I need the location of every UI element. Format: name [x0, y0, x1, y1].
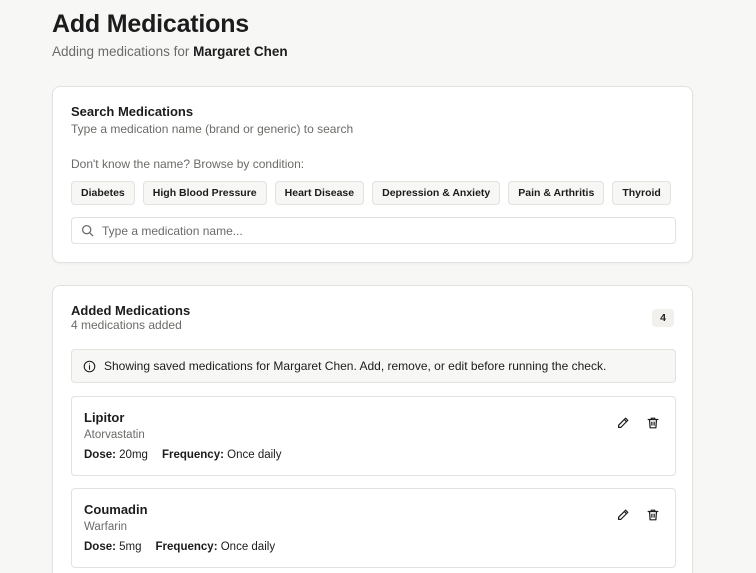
frequency-label: Frequency:: [161, 449, 224, 461]
medication-actions: [615, 415, 661, 431]
pencil-icon[interactable]: [615, 507, 631, 523]
browse-label: Don't know the name? Browse by condition…: [71, 157, 305, 171]
condition-chip-depression-anxiety[interactable]: Depression & Anxiety: [372, 181, 501, 205]
medication-actions: [615, 507, 661, 523]
medication-frequency: Frequency: Once daily: [162, 449, 282, 461]
condition-chip-pain-arthritis[interactable]: Pain & Arthritis: [508, 181, 605, 205]
dose-label: Dose:: [84, 449, 116, 461]
trash-icon[interactable]: [645, 415, 661, 431]
frequency-value: Once daily: [220, 541, 276, 553]
medication-search-input[interactable]: [102, 223, 662, 238]
search-icon: [72, 224, 102, 237]
added-heading: Added Medications: [71, 303, 191, 318]
condition-chips: Diabetes High Blood Pressure Heart Disea…: [71, 181, 671, 205]
medication-card-lipitor: Lipitor Atorvastatin Dose: 20mg Frequenc…: [71, 396, 676, 476]
frequency-label: Frequency:: [155, 541, 218, 553]
medication-count-badge: 4: [652, 309, 674, 327]
info-banner-text: Showing saved medications for Margaret C…: [104, 359, 607, 373]
patient-name: Margaret Chen: [193, 44, 288, 59]
medication-card-coumadin: Coumadin Warfarin Dose: 5mg Frequency: O…: [71, 488, 676, 568]
medication-details: Dose: 20mg Frequency: Once daily: [84, 449, 281, 461]
page: Add Medications Adding medications for M…: [0, 0, 756, 573]
medication-name: Lipitor: [84, 410, 125, 425]
pencil-icon[interactable]: [615, 415, 631, 431]
medication-dose: Dose: 20mg: [84, 449, 148, 461]
medication-dose: Dose: 5mg: [84, 541, 142, 553]
medication-frequency: Frequency: Once daily: [156, 541, 276, 553]
dose-value: 5mg: [119, 541, 142, 553]
search-medications-card: Search Medications Type a medication nam…: [52, 86, 693, 263]
trash-icon[interactable]: [645, 507, 661, 523]
condition-chip-heart-disease[interactable]: Heart Disease: [274, 181, 365, 205]
info-icon: [83, 360, 96, 373]
condition-chip-high-blood-pressure[interactable]: High Blood Pressure: [142, 181, 267, 205]
subtitle-prefix: Adding medications for: [52, 44, 190, 59]
frequency-value: Once daily: [227, 449, 282, 461]
page-subtitle: Adding medications for Margaret Chen: [52, 44, 288, 60]
condition-chip-diabetes[interactable]: Diabetes: [71, 181, 135, 205]
medication-generic: Warfarin: [84, 521, 128, 533]
medication-search-box[interactable]: [71, 217, 676, 244]
condition-chip-thyroid[interactable]: Thyroid: [612, 181, 671, 205]
medication-generic: Atorvastatin: [84, 429, 145, 441]
page-title: Add Medications: [52, 10, 250, 38]
added-count-text: 4 medications added: [71, 318, 182, 332]
dose-value: 20mg: [119, 449, 148, 461]
search-description: Type a medication name (brand or generic…: [71, 122, 354, 136]
added-medications-card: Added Medications 4 medications added 4 …: [52, 285, 693, 573]
dose-label: Dose:: [84, 541, 116, 553]
medication-details: Dose: 5mg Frequency: Once daily: [84, 541, 275, 553]
search-heading: Search Medications: [71, 104, 194, 119]
info-banner: Showing saved medications for Margaret C…: [71, 349, 676, 383]
medication-name: Coumadin: [84, 502, 148, 517]
